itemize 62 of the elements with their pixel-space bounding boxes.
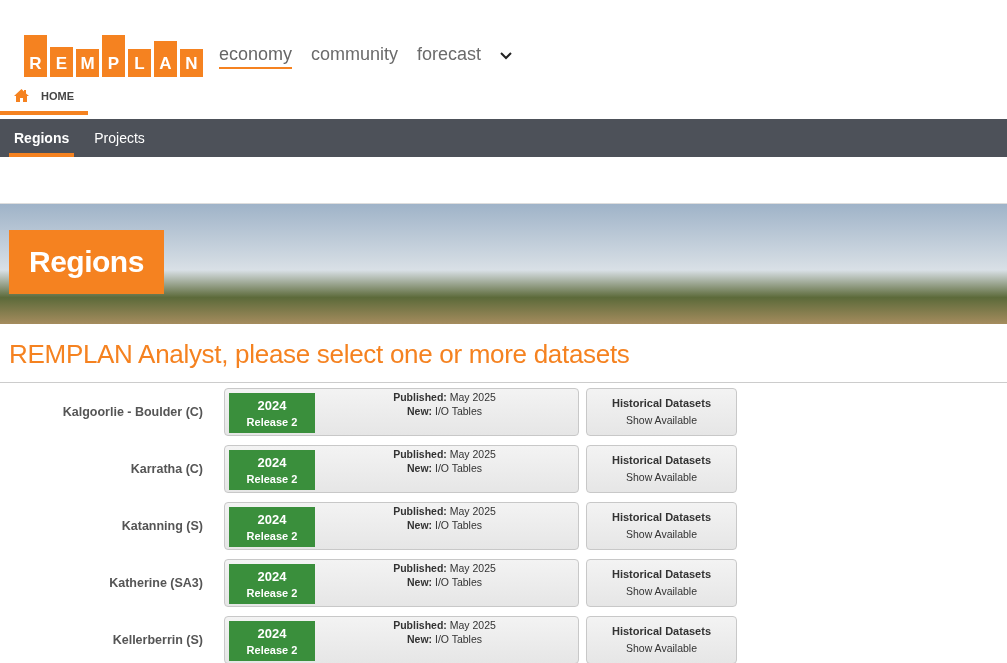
logo-letter: R: [24, 35, 47, 77]
historical-title: Historical Datasets: [611, 511, 711, 523]
logo-letter: N: [180, 49, 203, 77]
published-text: Published: May 2025: [392, 503, 497, 518]
historical-datasets-button[interactable]: Historical Datasets Show Available: [586, 501, 737, 550]
release-label: Release 2: [246, 529, 298, 542]
logo-letter: P: [102, 35, 125, 77]
new-text: New: I/O Tables: [405, 460, 484, 475]
historical-datasets-button[interactable]: Historical Datasets Show Available: [586, 615, 737, 663]
release-label: Release 2: [246, 472, 298, 485]
region-name: Katanning (S): [120, 518, 203, 533]
nav-link[interactable]: economy: [219, 43, 293, 69]
release-year: 2024: [257, 397, 287, 413]
logo-letter: L: [128, 49, 151, 77]
logo-letter: E: [50, 47, 73, 77]
subnav-tab[interactable]: Regions: [9, 119, 75, 157]
release-label: Release 2: [246, 643, 298, 656]
show-available-text: Show Available: [626, 528, 697, 540]
chevron-down-icon[interactable]: [500, 52, 513, 60]
show-available-text: Show Available: [626, 414, 697, 426]
release-label: Release 2: [246, 415, 298, 428]
historical-title: Historical Datasets: [611, 625, 711, 637]
published-text: Published: May 2025: [392, 389, 497, 404]
dataset-button[interactable]: 2024 Release 2 Published: May 2025 New: I/O Tables: [224, 387, 579, 436]
region-name: Katherine (SA3): [108, 575, 203, 590]
dataset-button[interactable]: 2024 Release 2 Published: May 2025 New: I/O Tables: [224, 558, 579, 607]
new-text: New: I/O Tables: [405, 403, 484, 418]
release-year: 2024: [257, 454, 287, 470]
subnav-tab[interactable]: Projects: [89, 119, 150, 157]
historical-title: Historical Datasets: [611, 568, 711, 580]
region-name: Kalgoorlie - Boulder (C): [61, 404, 203, 419]
published-text: Published: May 2025: [392, 617, 497, 632]
region-name: Karratha (C): [129, 461, 203, 476]
region-name: Kellerberrin (S): [111, 632, 203, 647]
release-year: 2024: [257, 625, 287, 641]
historical-title: Historical Datasets: [611, 454, 711, 466]
home-tab[interactable]: HOME: [0, 89, 88, 115]
nav-link[interactable]: forecast: [417, 43, 482, 69]
published-text: Published: May 2025: [392, 446, 497, 461]
dataset-button[interactable]: 2024 Release 2 Published: May 2025 New: I/O Tables: [224, 444, 579, 493]
show-available-text: Show Available: [626, 642, 697, 654]
nav-link[interactable]: community: [311, 43, 399, 69]
page-heading: REMPLAN Analyst, please select one or more datasets: [0, 324, 1007, 383]
show-available-text: Show Available: [626, 471, 697, 483]
house-icon: [14, 89, 29, 102]
release-year: 2024: [257, 568, 287, 584]
historical-datasets-button[interactable]: Historical Datasets Show Available: [586, 387, 737, 436]
historical-title: Historical Datasets: [611, 397, 711, 409]
published-text: Published: May 2025: [392, 560, 497, 575]
dataset-button[interactable]: 2024 Release 2 Published: May 2025 New: I/O Tables: [224, 501, 579, 550]
historical-datasets-button[interactable]: Historical Datasets Show Available: [586, 444, 737, 493]
show-available-text: Show Available: [626, 585, 697, 597]
new-text: New: I/O Tables: [405, 517, 484, 532]
logo-letter: M: [76, 49, 99, 77]
new-text: New: I/O Tables: [405, 574, 484, 589]
historical-datasets-button[interactable]: Historical Datasets Show Available: [586, 558, 737, 607]
banner-title: Regions: [9, 230, 164, 294]
new-text: New: I/O Tables: [405, 631, 484, 646]
logo-letter: A: [154, 41, 177, 77]
release-label: Release 2: [246, 586, 298, 599]
release-year: 2024: [257, 511, 287, 527]
dataset-button[interactable]: 2024 Release 2 Published: May 2025 New: I/O Tables: [224, 615, 579, 663]
